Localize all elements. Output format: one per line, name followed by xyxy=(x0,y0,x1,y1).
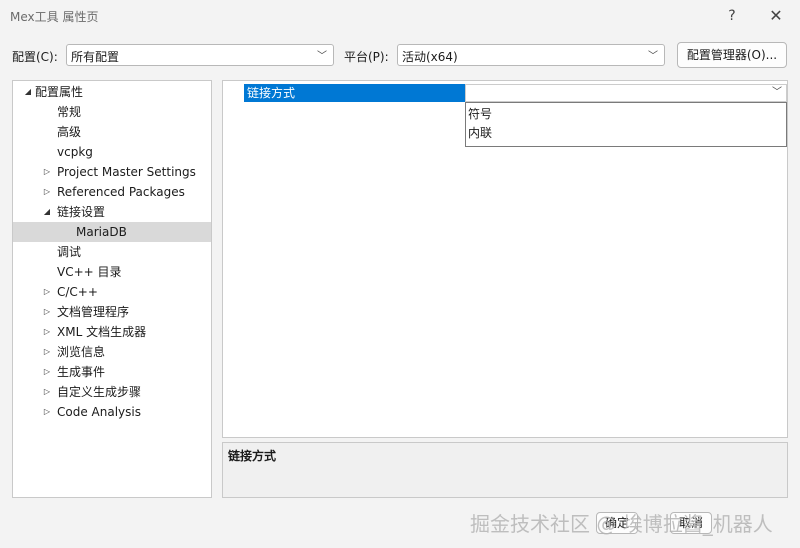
collapsed-triangle-icon[interactable]: ▷ xyxy=(42,182,52,202)
config-manager-button[interactable]: 配置管理器(O)... xyxy=(677,42,787,68)
tree-item-label: C/C++ xyxy=(57,285,98,299)
tree-item[interactable]: ▷ 文档管理程序 xyxy=(13,302,211,322)
tree-item-label: XML 文档生成器 xyxy=(57,325,147,339)
close-button[interactable]: ✕ xyxy=(760,4,792,28)
config-label: 配置(C): xyxy=(12,50,58,64)
help-button[interactable]: ? xyxy=(716,4,748,28)
property-tree[interactable]: ◢ 配置属性 常规 高级 vcpkg ▷ Project Master Settings ▷ R… xyxy=(12,80,212,498)
tree-item-label: Project Master Settings xyxy=(57,165,196,179)
tree-item[interactable]: ◢ 配置属性 xyxy=(13,82,211,102)
close-icon: ✕ xyxy=(769,6,783,25)
property-name-cell[interactable]: 链接方式 xyxy=(244,84,465,102)
tree-item[interactable]: ▷ 浏览信息 xyxy=(13,342,211,362)
tree-item[interactable]: ▷ Code Analysis xyxy=(13,402,211,422)
tree-item-label: vcpkg xyxy=(57,145,93,159)
window-title: Mex工具 属性页 xyxy=(10,10,99,24)
tree-item[interactable]: ▷ Project Master Settings xyxy=(13,162,211,182)
collapsed-triangle-icon[interactable]: ▷ xyxy=(42,402,52,422)
option-inline[interactable]: 内联 xyxy=(468,124,492,142)
chevron-down-icon: ﹀ xyxy=(317,51,327,62)
tree-item-label: 浏览信息 xyxy=(57,345,106,359)
description-panel: 链接方式 xyxy=(222,442,788,498)
title-bar: Mex工具 属性页 ? ✕ xyxy=(0,0,800,32)
tree-item[interactable]: MariaDB xyxy=(13,222,211,242)
chevron-down-icon[interactable]: ﹀ xyxy=(768,85,786,101)
tree-item[interactable]: vcpkg xyxy=(13,142,211,162)
collapsed-triangle-icon[interactable]: ▷ xyxy=(42,362,52,382)
tree-item[interactable]: ▷ C/C++ xyxy=(13,282,211,302)
property-value-cell[interactable]: ﹀ xyxy=(465,84,787,102)
property-grid: 链接方式 ﹀ 符号 内联 xyxy=(222,80,788,438)
collapsed-triangle-icon[interactable]: ▷ xyxy=(42,342,52,362)
collapsed-triangle-icon[interactable]: ▷ xyxy=(42,162,52,182)
tree-item-label: Code Analysis xyxy=(57,405,141,419)
collapsed-triangle-icon[interactable]: ▷ xyxy=(42,382,52,402)
tree-item-label: 自定义生成步骤 xyxy=(57,385,142,399)
collapsed-triangle-icon[interactable]: ▷ xyxy=(42,282,52,302)
platform-select[interactable]: 活动(x64) ﹀ xyxy=(397,44,665,66)
platform-label: 平台(P): xyxy=(344,50,389,64)
tree-item[interactable]: VC++ 目录 xyxy=(13,262,211,282)
expanded-triangle-icon[interactable]: ◢ xyxy=(42,202,52,222)
tree-item-label: MariaDB xyxy=(76,225,127,239)
tree-item-label: 链接设置 xyxy=(57,205,106,219)
tree-item-label: Referenced Packages xyxy=(57,185,185,199)
tree-item[interactable]: 高级 xyxy=(13,122,211,142)
link-mode-dropdown: 符号 内联 xyxy=(465,102,787,147)
tree-item[interactable]: ▷ 生成事件 xyxy=(13,362,211,382)
collapsed-triangle-icon[interactable]: ▷ xyxy=(42,322,52,342)
tree-item-label: 配置属性 xyxy=(35,85,84,99)
tree-item[interactable]: ▷ Referenced Packages xyxy=(13,182,211,202)
tree-item-label: 文档管理程序 xyxy=(57,305,130,319)
option-symbol[interactable]: 符号 xyxy=(468,105,492,123)
chevron-down-icon: ﹀ xyxy=(648,51,658,62)
description-title: 链接方式 xyxy=(228,449,277,463)
tree-item[interactable]: ◢ 链接设置 xyxy=(13,202,211,222)
tree-item-label: 生成事件 xyxy=(57,365,106,379)
config-select[interactable]: 所有配置 ﹀ xyxy=(66,44,334,66)
tree-item-label: VC++ 目录 xyxy=(57,265,122,279)
tree-item-label: 调试 xyxy=(57,245,82,259)
tree-item-label: 高级 xyxy=(57,125,82,139)
collapsed-triangle-icon[interactable]: ▷ xyxy=(42,302,52,322)
tree-item[interactable]: ▷ 自定义生成步骤 xyxy=(13,382,211,402)
tree-item[interactable]: 常规 xyxy=(13,102,211,122)
expanded-triangle-icon[interactable]: ◢ xyxy=(23,82,33,102)
tree-item[interactable]: ▷ XML 文档生成器 xyxy=(13,322,211,342)
tree-item-label: 常规 xyxy=(57,105,82,119)
config-row: 配置(C): 所有配置 ﹀ 平台(P): 活动(x64) ﹀ 配置管理器(O).… xyxy=(0,42,800,70)
platform-value: 活动(x64) xyxy=(402,50,458,64)
watermark: 掘金技术社区 @ 埃博拉酱_机器人 xyxy=(470,512,773,536)
config-value: 所有配置 xyxy=(71,50,120,64)
tree-item[interactable]: 调试 xyxy=(13,242,211,262)
